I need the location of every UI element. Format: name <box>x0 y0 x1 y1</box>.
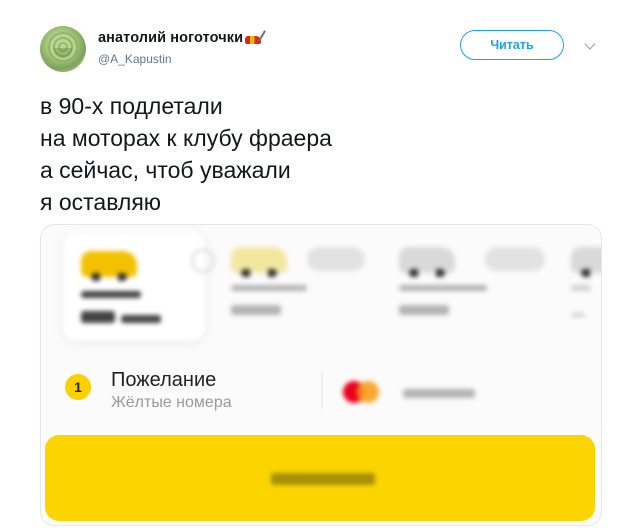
taxi-car-icon <box>81 251 137 281</box>
chevron-down-icon[interactable] <box>584 38 596 50</box>
wish-row[interactable]: 1 Пожелание Жёлтые номера <box>65 368 585 411</box>
tariff-price-suffix-blurred <box>121 315 161 323</box>
user-name[interactable]: анатолий ноготочки <box>98 30 266 46</box>
tweet-header: анатолий ноготочки @A_Kapustin Читать <box>40 24 610 74</box>
order-button[interactable] <box>45 435 595 521</box>
badge-blurred <box>307 247 365 271</box>
mastercard-icon <box>343 381 379 403</box>
badge-blurred <box>485 247 545 271</box>
taxi-car-icon <box>231 247 287 277</box>
tariff-card-selected <box>63 231 215 341</box>
info-icon <box>191 249 215 273</box>
tariff-name-blurred <box>399 285 487 291</box>
tariff-name-blurred <box>231 285 307 291</box>
taxi-car-icon <box>571 247 601 277</box>
tweet-text-line: на моторах к клубу фраера <box>40 125 332 151</box>
tweet-text-line: в 90-х подлетали <box>40 93 223 119</box>
tweet-text: в 90-х подлетали на моторах к клубу фрае… <box>40 90 600 218</box>
taxi-car-icon <box>399 247 455 277</box>
wish-value: Жёлтые номера <box>111 394 232 411</box>
racing-car-icon <box>245 30 266 44</box>
tariff-name-blurred <box>81 291 141 298</box>
user-name-text[interactable]: анатолий ноготочки <box>98 30 243 46</box>
tariff-price-blurred <box>399 305 449 315</box>
divider <box>321 373 323 409</box>
tariff-price-blurred <box>571 313 585 317</box>
wish-count-badge: 1 <box>65 374 91 400</box>
avatar[interactable] <box>40 26 86 72</box>
tariff-price-blurred <box>81 311 115 323</box>
follow-button[interactable]: Читать <box>460 30 564 60</box>
tariff-price-blurred <box>231 305 281 315</box>
user-handle[interactable]: @A_Kapustin <box>98 52 172 66</box>
tweet-media-image[interactable]: 1 Пожелание Жёлтые номера <box>40 224 602 526</box>
wish-title: Пожелание <box>111 369 217 391</box>
tweet-text-line: я оставляю <box>40 189 162 215</box>
card-number-blurred <box>403 389 475 398</box>
tweet-text-line: а сейчас, чтоб уважали <box>40 157 291 183</box>
tariff-name-blurred <box>571 285 591 291</box>
